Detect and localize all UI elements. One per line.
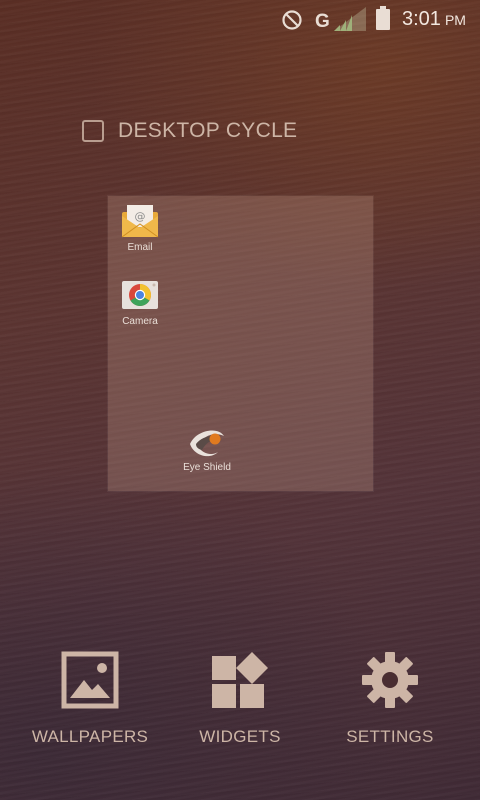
app-email[interactable]: @ Email — [108, 204, 172, 253]
clock: 3:01 PM — [402, 8, 466, 31]
signal-icon — [334, 7, 366, 31]
desktop-cycle-toggle[interactable]: DESKTOP CYCLE — [82, 117, 297, 145]
desktop-cycle-checkbox[interactable] — [82, 120, 104, 142]
battery-icon — [376, 6, 390, 30]
desktop-cycle-label: DESKTOP CYCLE — [118, 119, 298, 142]
home-screen-preview[interactable]: @ Email Camera Eye Shield — [108, 196, 373, 491]
status-bar: G 3:01 PM — [0, 0, 480, 40]
camera-icon — [122, 281, 158, 309]
gear-icon — [362, 652, 418, 708]
app-label-eye-shield: Eye Shield — [183, 462, 231, 473]
wallpapers-label: WALLPAPERS — [31, 727, 149, 746]
wallpaper-icon — [61, 651, 119, 709]
widgets-icon — [212, 652, 268, 708]
network-type: G — [315, 11, 330, 32]
svg-text:@: @ — [135, 210, 146, 223]
clock-time: 3:01 — [402, 8, 441, 30]
app-label-email: Email — [127, 242, 153, 253]
settings-button[interactable]: SETTINGS — [320, 650, 460, 747]
clock-ampm: PM — [444, 12, 466, 28]
eye-shield-icon — [190, 430, 224, 457]
app-eye-shield[interactable]: Eye Shield — [175, 424, 239, 473]
wallpapers-button[interactable]: WALLPAPERS — [20, 650, 160, 747]
widgets-label: WIDGETS — [199, 727, 281, 746]
widgets-button[interactable]: WIDGETS — [170, 650, 310, 747]
app-camera[interactable]: Camera — [108, 278, 172, 327]
do-not-disturb-icon — [282, 10, 302, 30]
settings-label: SETTINGS — [346, 727, 434, 746]
overview-bottom-bar: WALLPAPERS WIDGETS SETTINGS — [0, 650, 480, 750]
email-icon: @ — [121, 205, 159, 238]
app-label-camera: Camera — [122, 316, 158, 327]
